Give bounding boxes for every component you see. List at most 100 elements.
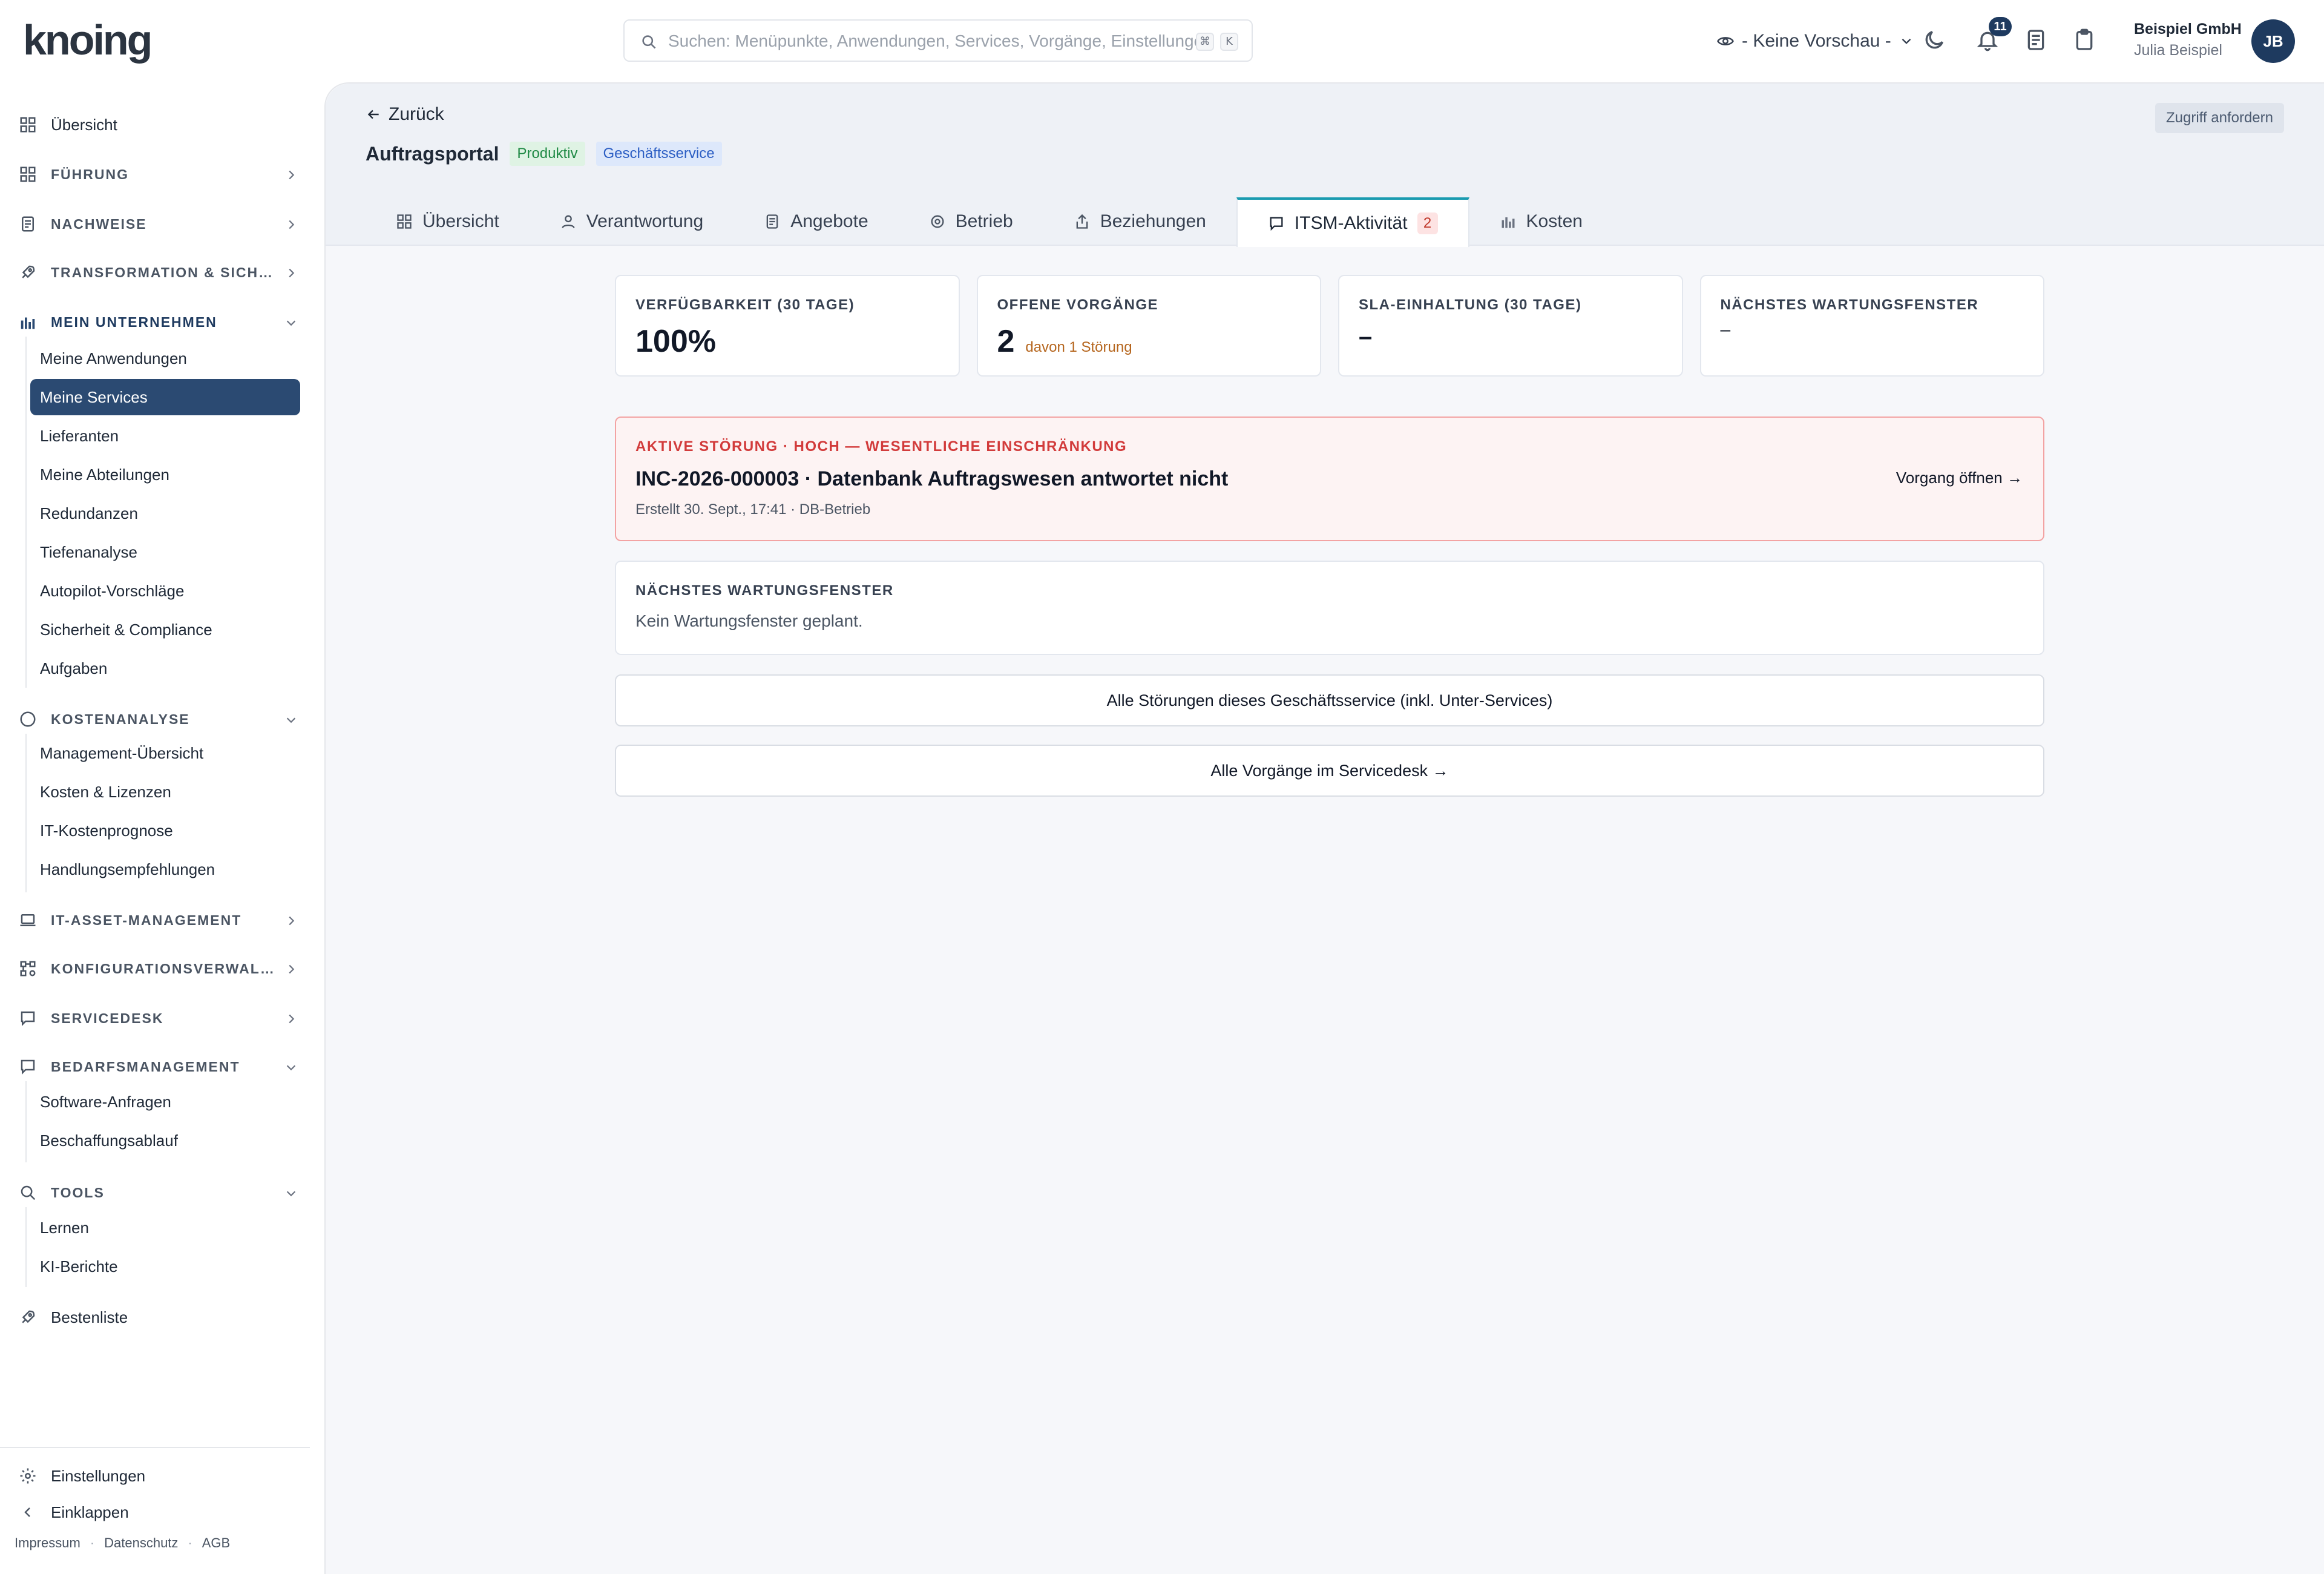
sidebar-item-overview[interactable]: Übersicht <box>17 107 310 143</box>
chevron-right-icon <box>284 914 298 927</box>
submenu-guide <box>25 337 27 688</box>
sidebar-item-lernen[interactable]: Lernen <box>30 1210 300 1246</box>
search-input[interactable] <box>668 29 1201 53</box>
tab-angebote[interactable]: Angebote <box>734 197 898 246</box>
share-icon <box>1074 213 1091 230</box>
sidebar-collapse-button[interactable]: Einklappen <box>17 1494 310 1530</box>
tab-verantwortung[interactable]: Verantwortung <box>530 197 734 246</box>
tab-bar: Übersicht Verantwortung Angebote Betrieb… <box>366 197 1613 247</box>
tab-betrieb[interactable]: Betrieb <box>899 197 1043 246</box>
top-bar: knoing ⌘ K - Keine Vorschau - 11 Beispie… <box>0 0 2324 82</box>
sidebar-section-servicedesk[interactable]: Servicedesk <box>17 1000 310 1036</box>
open-incident-link[interactable]: Vorgang öffnen → <box>1896 469 2023 487</box>
chevron-right-icon <box>284 266 298 280</box>
sidebar-item-tiefenanalyse[interactable]: Tiefenanalyse <box>30 534 300 570</box>
chevron-down-icon <box>284 1061 298 1074</box>
grid-icon <box>17 165 39 183</box>
tab-uebersicht[interactable]: Übersicht <box>366 197 530 246</box>
sidebar-section-tools[interactable]: Tools <box>17 1174 310 1211</box>
sidebar-item-label: Einklappen <box>51 1503 129 1521</box>
clipboard-icon[interactable] <box>2072 28 2096 52</box>
sidebar-section-fuehrung[interactable]: Führung <box>17 156 310 193</box>
sidebar-section-bedarf[interactable]: Bedarfsmanagement <box>17 1049 310 1085</box>
submenu-guide <box>25 734 27 892</box>
sidebar-divider <box>0 1447 310 1448</box>
document-icon <box>764 213 781 230</box>
sidebar-item-autopilot[interactable]: Autopilot-Vorschläge <box>30 573 300 609</box>
gear-icon <box>929 213 946 230</box>
sidebar-item-einstellungen[interactable]: Einstellungen <box>17 1458 310 1494</box>
app-logo[interactable]: knoing <box>23 16 153 64</box>
preview-selector[interactable]: - Keine Vorschau - <box>1716 27 1914 56</box>
tab-itsm-aktivitaet[interactable]: ITSM-Aktivität 2 <box>1236 197 1469 247</box>
sidebar: Übersicht Führung Nachweise Transformati… <box>0 82 324 1574</box>
grid-icon <box>396 213 413 230</box>
incident-severity-label: AKTIVE STÖRUNG · HOCH — WESENTLICHE EINS… <box>635 438 1128 455</box>
sidebar-section-nachweise[interactable]: Nachweise <box>17 206 310 242</box>
link-datenschutz[interactable]: Datenschutz <box>104 1535 178 1551</box>
document-icon[interactable] <box>2024 28 2048 52</box>
global-search[interactable]: ⌘ K <box>623 19 1253 62</box>
rocket-icon <box>17 263 39 282</box>
all-incidents-button[interactable]: Alle Störungen dieses Geschäftsservice (… <box>615 674 2044 726</box>
section-label: Kostenanalyse <box>51 711 190 727</box>
sidebar-item-software-anfragen[interactable]: Software-Anfragen <box>30 1084 300 1120</box>
sidebar-section-transformation[interactable]: Transformation & Sich… <box>17 254 310 291</box>
sidebar-item-handlungsempfehlungen[interactable]: Handlungsempfehlungen <box>30 851 300 887</box>
user-name: Julia Beispiel <box>2134 42 2222 59</box>
tab-kosten[interactable]: Kosten <box>1469 197 1613 246</box>
search-icon <box>17 1184 39 1202</box>
sidebar-section-mein-unternehmen[interactable]: Mein Unternehmen <box>17 304 310 340</box>
chevron-down-icon <box>284 1187 298 1200</box>
kpi-open-cases: Offene Vorgänge 2 davon 1 Störung <box>976 275 1321 377</box>
kpi-value: 2 davon 1 Störung <box>997 323 1301 360</box>
kpi-row: Verfügbarkeit (30 Tage) 100% Offene Vorg… <box>615 275 2044 377</box>
gear-icon <box>17 1467 39 1485</box>
chat-icon <box>17 1058 39 1076</box>
back-label: Zurück <box>389 104 444 124</box>
sidebar-item-management-uebersicht[interactable]: Management-Übersicht <box>30 735 300 771</box>
notifications-badge: 11 <box>1989 17 2012 36</box>
kpi-sla: SLA-Einhaltung (30 Tage) – <box>1338 275 1683 377</box>
sidebar-item-label: Bestenliste <box>51 1308 128 1326</box>
request-access-button[interactable]: Zugriff anfordern <box>2155 103 2284 133</box>
separator: · <box>90 1535 95 1550</box>
account-info[interactable]: Beispiel GmbH Julia Beispiel <box>2134 21 2242 59</box>
chevron-down-icon <box>284 713 298 726</box>
sidebar-item-bestenliste[interactable]: Bestenliste <box>17 1299 310 1335</box>
back-link[interactable]: Zurück <box>366 104 444 125</box>
sidebar-item-ki-berichte[interactable]: KI-Berichte <box>30 1248 300 1285</box>
theme-toggle-icon[interactable] <box>1922 28 1946 52</box>
kpi-value: 100% <box>635 323 939 360</box>
link-agb[interactable]: AGB <box>202 1535 230 1551</box>
kpi-value-text: – <box>1359 323 1373 350</box>
type-badge: Geschäftsservice <box>596 142 722 166</box>
sidebar-item-it-kostenprognose[interactable]: IT-Kostenprognose <box>30 812 300 849</box>
kpi-label: SLA-Einhaltung (30 Tage) <box>1359 297 1582 313</box>
sidebar-item-kosten-lizenzen[interactable]: Kosten & Lizenzen <box>30 774 300 810</box>
file-icon <box>17 215 39 233</box>
page-title: Auftragsportal <box>366 142 499 165</box>
main-content: Zurück Zugriff anfordern Auftragsportal … <box>324 82 2324 1574</box>
page-header: Zurück Zugriff anfordern Auftragsportal … <box>326 84 2324 247</box>
sidebar-item-aufgaben[interactable]: Aufgaben <box>30 650 300 687</box>
sidebar-section-konfig[interactable]: Konfigurationsverwal… <box>17 950 310 987</box>
all-cases-button[interactable]: Alle Vorgänge im Servicedesk → <box>615 745 2044 797</box>
sidebar-item-meine-services[interactable]: Meine Services <box>30 379 300 415</box>
sidebar-item-meine-anwendungen[interactable]: Meine Anwendungen <box>30 340 300 377</box>
active-incident-card: AKTIVE STÖRUNG · HOCH — WESENTLICHE EINS… <box>615 417 2044 541</box>
chevron-down-icon <box>284 316 298 329</box>
sidebar-item-lieferanten[interactable]: Lieferanten <box>30 418 300 454</box>
tab-beziehungen[interactable]: Beziehungen <box>1043 197 1236 246</box>
sidebar-item-beschaffungsablauf[interactable]: Beschaffungsablauf <box>30 1122 300 1159</box>
kpi-value-text: – <box>1720 320 1731 340</box>
sidebar-item-sicherheit[interactable]: Sicherheit & Compliance <box>30 611 300 648</box>
link-impressum[interactable]: Impressum <box>15 1535 80 1551</box>
nodes-icon <box>17 960 39 978</box>
bar-chart-icon <box>1500 213 1517 230</box>
sidebar-item-meine-abteilungen[interactable]: Meine Abteilungen <box>30 456 300 493</box>
sidebar-section-kostenanalyse[interactable]: Kostenanalyse <box>17 701 310 737</box>
sidebar-item-redundanzen[interactable]: Redundanzen <box>30 495 300 532</box>
sidebar-section-itam[interactable]: IT-Asset-Management <box>17 902 310 938</box>
avatar[interactable]: JB <box>2251 19 2295 63</box>
